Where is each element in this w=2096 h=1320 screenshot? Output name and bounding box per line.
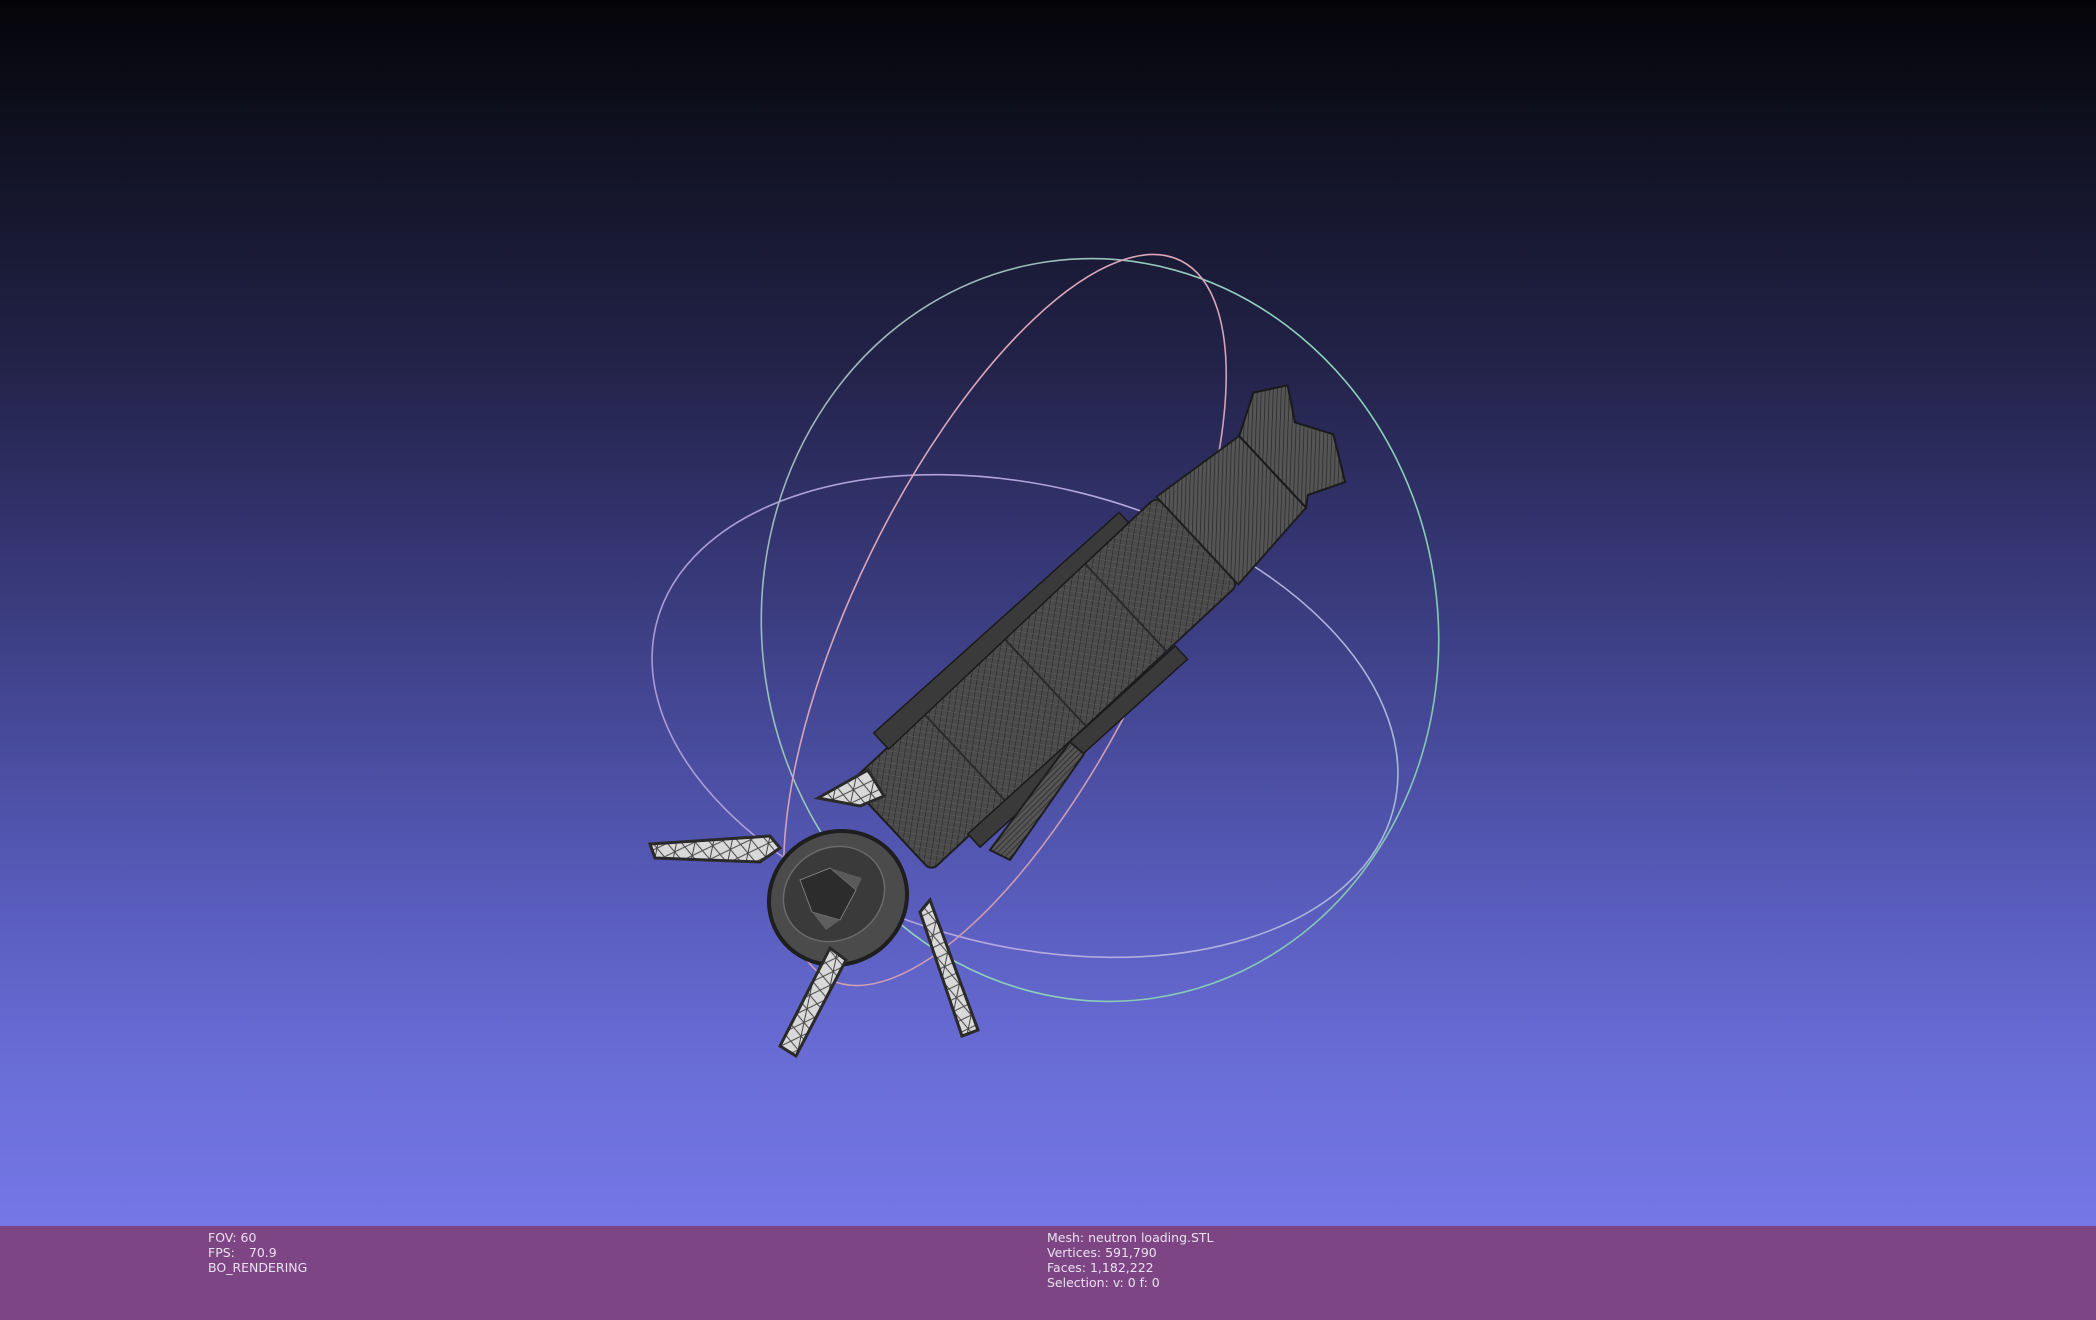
landing-leg-bottom bbox=[778, 945, 848, 1059]
faces-readout: Faces: 1,182,222 bbox=[1047, 1260, 1214, 1275]
faces-value: 1,182,222 bbox=[1089, 1260, 1154, 1275]
vertices-readout: Vertices: 591,790 bbox=[1047, 1245, 1214, 1260]
selection-label: Selection: bbox=[1047, 1275, 1109, 1290]
3d-viewport[interactable] bbox=[0, 0, 2096, 1226]
faces-label: Faces: bbox=[1047, 1260, 1086, 1275]
mesh-readout: Mesh: neutron loading.STL bbox=[1047, 1230, 1214, 1245]
fov-readout: FOV: 60 bbox=[208, 1230, 307, 1245]
fps-label: FPS: bbox=[208, 1245, 235, 1260]
mesh-model[interactable] bbox=[647, 365, 1378, 1059]
mesh-info-panel: Mesh: neutron loading.STL Vertices: 591,… bbox=[1047, 1230, 1214, 1290]
scene-canvas[interactable] bbox=[0, 0, 2096, 1226]
selection-value: v: 0 f: 0 bbox=[1112, 1275, 1160, 1290]
status-info-bar: FOV: 60 FPS: 70.9 BO_RENDERING Mesh: neut… bbox=[0, 1226, 2096, 1320]
render-mode: BO_RENDERING bbox=[208, 1260, 308, 1275]
mesh-name: neutron loading.STL bbox=[1088, 1230, 1214, 1245]
vertices-value: 591,790 bbox=[1105, 1245, 1157, 1260]
fov-value: 60 bbox=[240, 1230, 257, 1245]
rocket-body bbox=[851, 499, 1236, 869]
fov-label: FOV: bbox=[208, 1230, 237, 1245]
view-info-panel: FOV: 60 FPS: 70.9 BO_RENDERING bbox=[208, 1230, 307, 1275]
fps-readout: FPS: 70.9 bbox=[208, 1245, 307, 1260]
mesh-label: Mesh: bbox=[1047, 1230, 1085, 1245]
vertices-label: Vertices: bbox=[1047, 1245, 1102, 1260]
fps-value: 70.9 bbox=[248, 1245, 277, 1260]
selection-readout: Selection: v: 0 f: 0 bbox=[1047, 1275, 1214, 1290]
landing-leg-left bbox=[647, 834, 783, 864]
